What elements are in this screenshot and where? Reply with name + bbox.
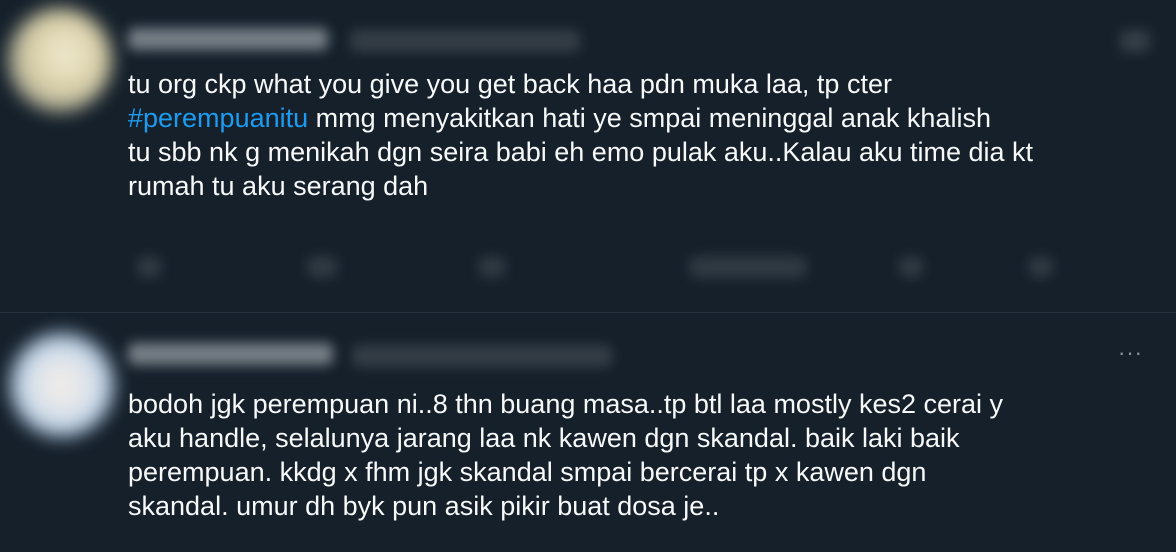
views-count[interactable] — [688, 256, 808, 278]
tweet-text: bodoh jgk perempuan ni..8 thn buang masa… — [128, 387, 1148, 523]
tweet-feed: tu org ckp what you give you get back ha… — [0, 0, 1176, 552]
tweet-text-line: aku handle, selalunya jarang laa nk kawe… — [128, 423, 960, 453]
tweet[interactable]: tu org ckp what you give you get back ha… — [0, 0, 1176, 313]
tweet-text-line: bodoh jgk perempuan ni..8 thn buang masa… — [128, 389, 1004, 419]
text-segment: tu org ckp what you give you get back ha… — [128, 69, 892, 99]
more-options-redacted — [1120, 30, 1150, 52]
tweet[interactable]: ··· bodoh jgk perempuan ni..8 thn buang … — [0, 313, 1176, 552]
reply-icon[interactable] — [136, 256, 162, 278]
tweet-text-line: #perempuanitu mmg menyakitkan hati ye sm… — [128, 101, 1148, 135]
author-name-redacted — [128, 343, 333, 365]
tweet-text-line: tu org ckp what you give you get back ha… — [128, 67, 1148, 101]
tweet-actions-redacted — [128, 250, 1128, 286]
tweet-text-line: skandal. umur dh byk pun asik pikir buat… — [128, 491, 720, 521]
tweet-text-line: tu sbb nk g menikah dgn seira babi eh em… — [128, 135, 1148, 169]
tweet-text-line: perempuan. kkdg x fhm jgk skandal smpai … — [128, 457, 927, 487]
hashtag-link[interactable]: #perempuanitu — [128, 103, 308, 133]
author-handle-redacted — [352, 345, 612, 367]
more-options-icon[interactable]: ··· — [1118, 342, 1143, 364]
retweet-icon[interactable] — [306, 256, 338, 278]
bookmark-icon[interactable] — [898, 256, 924, 278]
author-name-redacted — [128, 28, 328, 50]
author-handle-redacted — [350, 30, 580, 52]
avatar[interactable] — [10, 333, 114, 437]
avatar[interactable] — [8, 8, 112, 112]
text-segment: tu sbb nk g menikah dgn seira babi eh em… — [128, 137, 1034, 167]
tweet-text: tu org ckp what you give you get back ha… — [128, 67, 1148, 203]
like-icon[interactable] — [478, 256, 506, 278]
text-segment: rumah tu aku serang dah — [128, 171, 429, 201]
text-segment: mmg menyakitkan hati ye smpai meninggal … — [308, 103, 991, 133]
tweet-text-line: rumah tu aku serang dah — [128, 169, 1148, 203]
share-icon[interactable] — [1028, 256, 1054, 278]
